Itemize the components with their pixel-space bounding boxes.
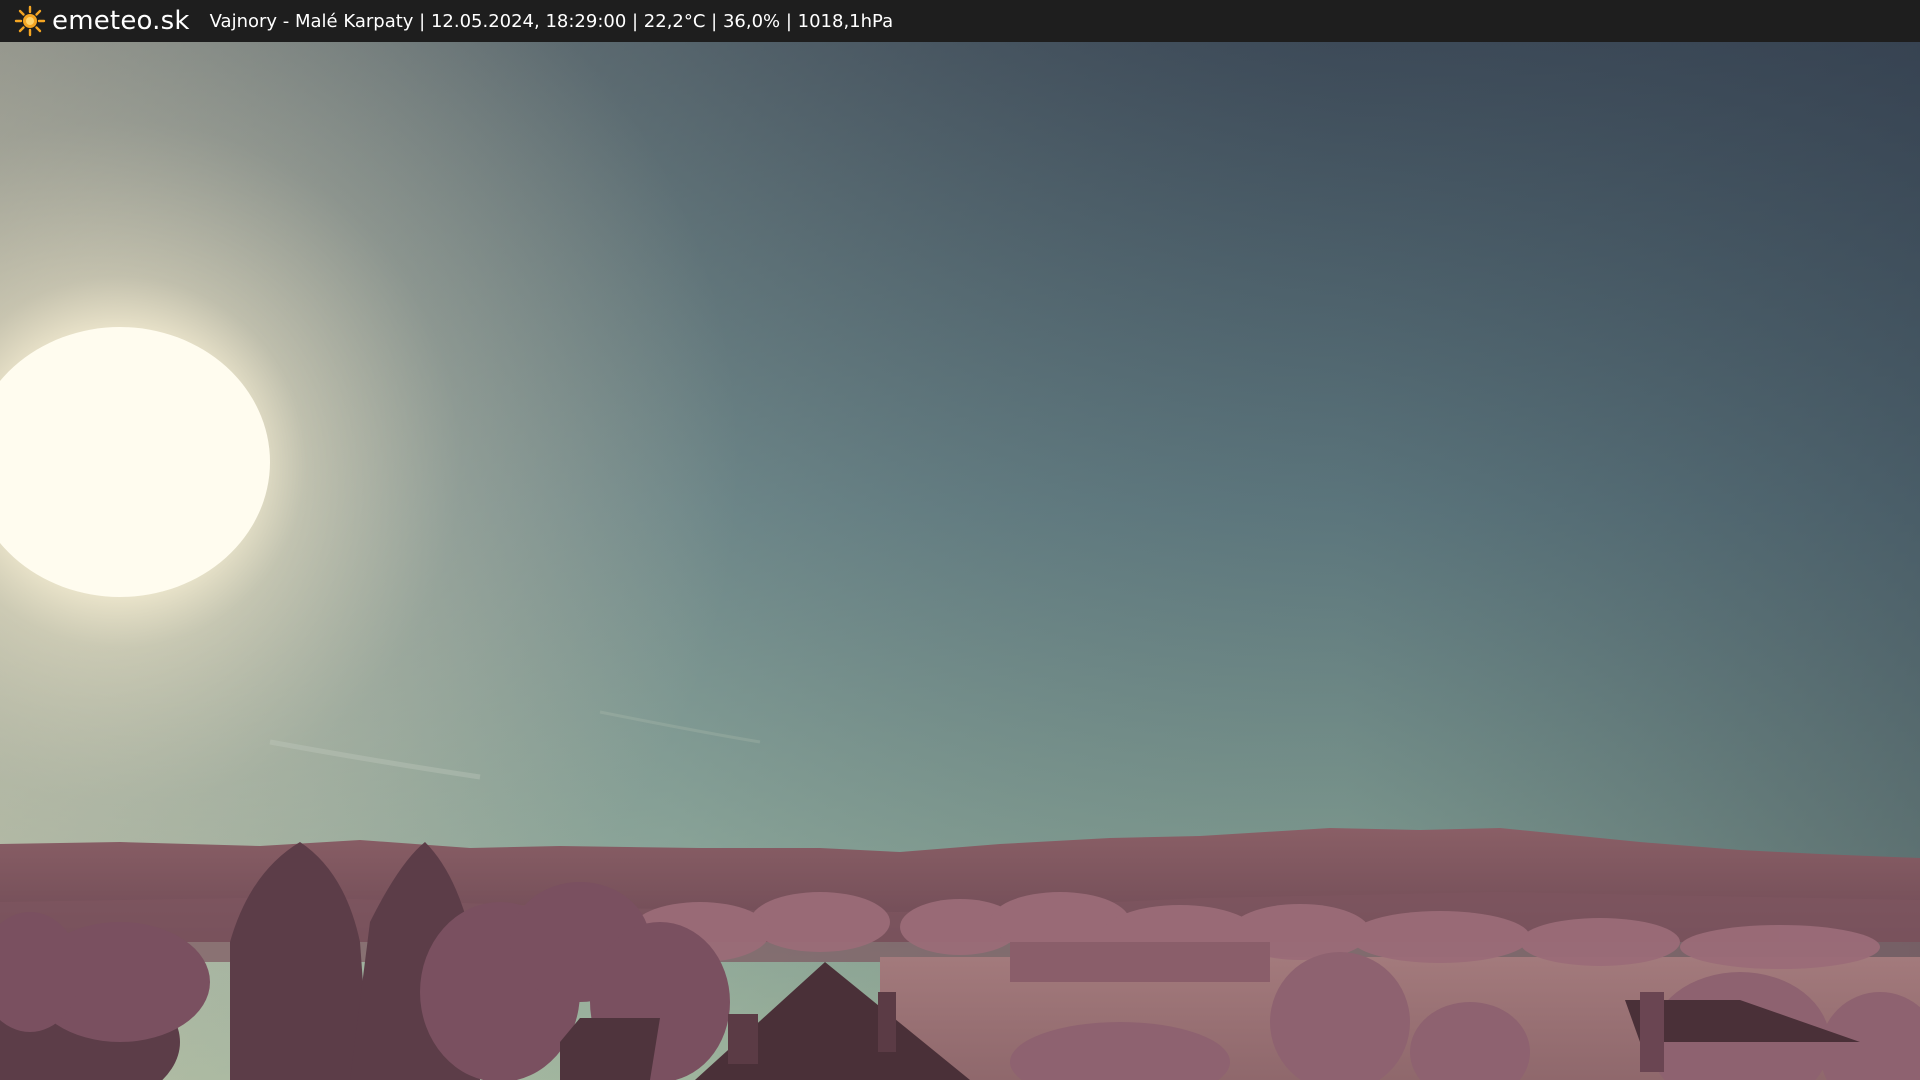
brand[interactable]: emeteo.sk — [14, 0, 190, 42]
webcam-image — [0, 42, 1920, 1080]
webcam-frame: emeteo.sk Vajnory - Malé Karpaty | 12.05… — [0, 0, 1920, 1080]
site-name: emeteo.sk — [52, 6, 190, 36]
caption-bar: emeteo.sk Vajnory - Malé Karpaty | 12.05… — [0, 0, 1920, 42]
weather-caption: Vajnory - Malé Karpaty | 12.05.2024, 18:… — [209, 10, 894, 32]
sun-icon — [14, 5, 46, 37]
landscape-photo — [0, 42, 1920, 1080]
